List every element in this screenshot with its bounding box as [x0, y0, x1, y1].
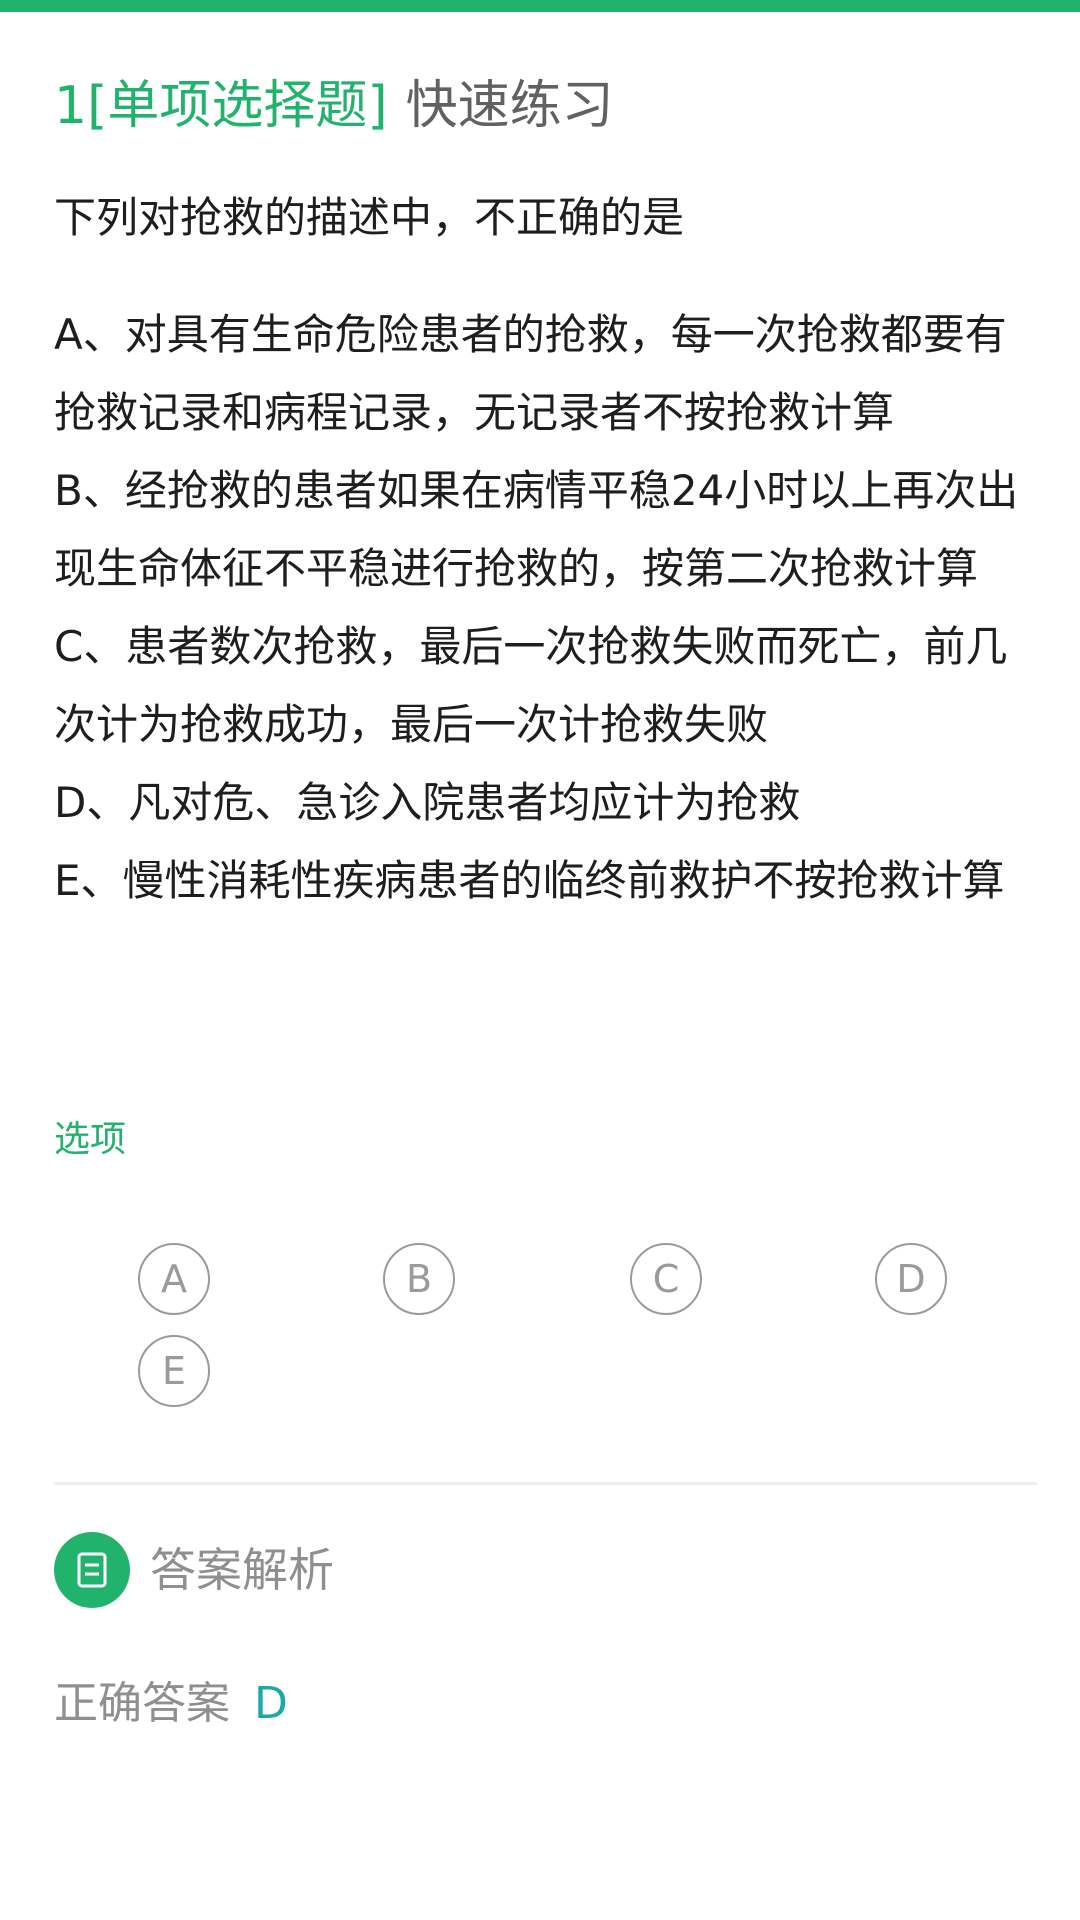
question-number: 1: [54, 76, 88, 136]
section-divider: [54, 1482, 1037, 1485]
analysis-title: 答案解析: [150, 1543, 334, 1597]
question-stem: 下列对抢救的描述中，不正确的是: [54, 193, 685, 242]
top-accent-bar: [0, 0, 1080, 12]
choice-button-e[interactable]: E: [138, 1335, 210, 1407]
analysis-header: 答案解析: [54, 1532, 334, 1608]
option-text-a: A、对具有生命危险患者的抢救，每一次抢救都要有抢救记录和病程记录，无记录者不按抢…: [54, 310, 1007, 437]
correct-answer: 正确答案 D: [54, 1674, 288, 1734]
practice-mode: 快速练习: [405, 76, 614, 136]
option-text-c: C、患者数次抢救，最后一次抢救失败而死亡，前几次计为抢救成功，最后一次计抢救失败: [54, 622, 1008, 749]
answer-value: D: [254, 1678, 288, 1729]
option-list: A、对具有生命危险患者的抢救，每一次抢救都要有抢救记录和病程记录，无记录者不按抢…: [54, 296, 1039, 920]
option-text-b: B、经抢救的患者如果在病情平稳24小时以上再次出现生命体征不平稳进行抢救的，按第…: [54, 466, 1019, 593]
choice-button-b[interactable]: B: [383, 1243, 455, 1315]
answer-label: 正确答案: [54, 1678, 230, 1729]
document-icon: [54, 1532, 130, 1608]
choice-button-a[interactable]: A: [138, 1243, 210, 1315]
choices-label: 选项: [54, 1119, 127, 1160]
option-text-e: E、慢性消耗性疾病患者的临终前救护不按抢救计算: [54, 856, 1005, 905]
question-header: 1[单项选择题] 快速练习: [54, 70, 614, 142]
choice-button-d[interactable]: D: [875, 1243, 947, 1315]
choice-button-c[interactable]: C: [630, 1243, 702, 1315]
question-type: [单项选择题]: [87, 76, 388, 136]
option-text-d: D、凡对危、急诊入院患者均应计为抢救: [54, 778, 801, 827]
